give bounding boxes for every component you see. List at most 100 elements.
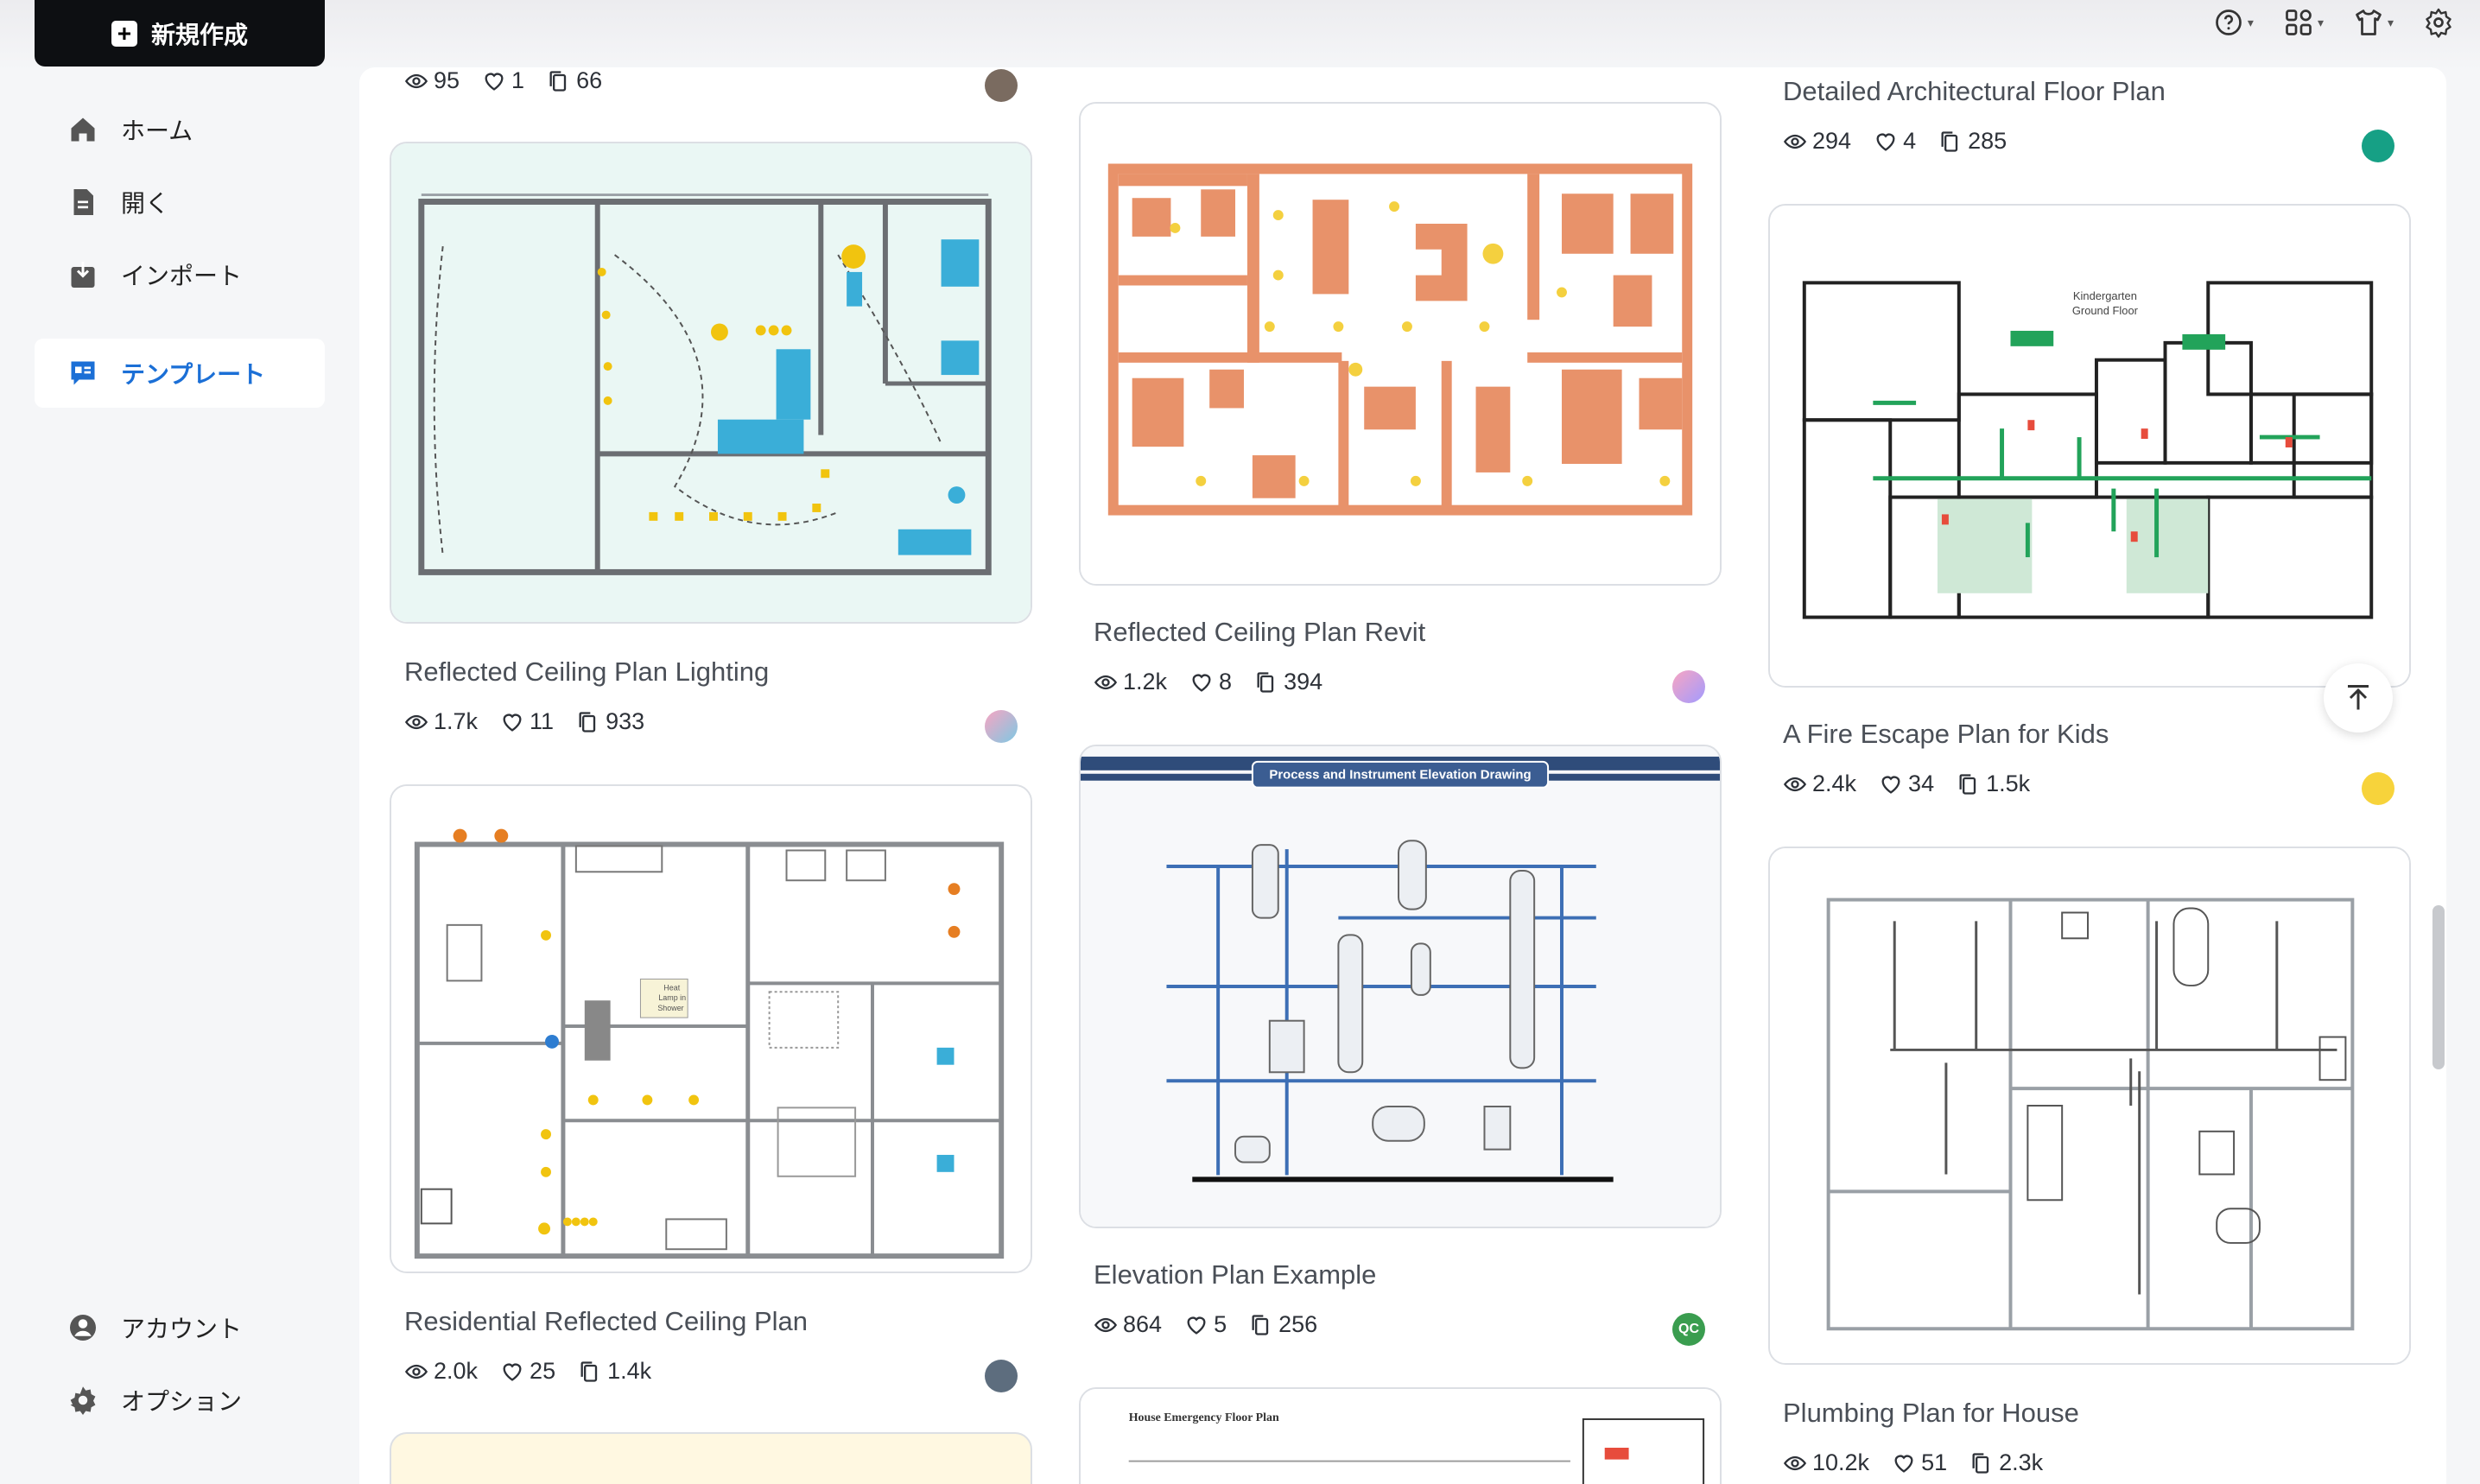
sidebar-item-template[interactable]: テンプレート bbox=[35, 339, 325, 408]
template-stats: 2.0k 25 1.4k bbox=[404, 1358, 651, 1385]
scrollbar-thumb[interactable] bbox=[2432, 905, 2445, 1069]
views-count: 294 bbox=[1812, 128, 1852, 154]
template-thumbnail-elevation-plan[interactable]: Process and Instrument Elevation Drawing bbox=[1079, 745, 1722, 1228]
template-title[interactable]: Reflected Ceiling Plan Lighting bbox=[404, 656, 769, 688]
copies-count: 394 bbox=[1284, 669, 1323, 694]
template-title[interactable]: A Fire Escape Plan for Kids bbox=[1783, 719, 2109, 750]
template-stats: 864 5 256 bbox=[1094, 1311, 1317, 1338]
copies-count: 256 bbox=[1278, 1311, 1318, 1337]
copies-count: 66 bbox=[576, 67, 603, 93]
heart-icon[interactable] bbox=[1874, 130, 1898, 154]
copy-icon bbox=[1257, 671, 1274, 693]
help-icon[interactable]: ▾ bbox=[2213, 7, 2254, 38]
scroll-to-top-button[interactable] bbox=[2324, 663, 2393, 732]
eye-icon bbox=[1094, 675, 1118, 689]
heart-icon[interactable] bbox=[1879, 772, 1903, 796]
author-avatar[interactable] bbox=[985, 710, 1018, 743]
top-bar: ▾ ▾ ▾ bbox=[0, 0, 2480, 71]
copy-icon bbox=[1941, 130, 1958, 152]
views-count: 1.7k bbox=[434, 708, 479, 734]
svg-text:Shower: Shower bbox=[657, 1004, 683, 1012]
svg-text:Kindergarten: Kindergarten bbox=[2073, 289, 2137, 302]
account-icon bbox=[70, 1315, 96, 1341]
template-thumbnail-partial[interactable] bbox=[390, 1432, 1032, 1484]
arrow-up-icon bbox=[2348, 685, 2369, 710]
copy-icon bbox=[579, 711, 596, 732]
likes-count: 8 bbox=[1219, 669, 1233, 694]
likes-count: 11 bbox=[530, 708, 555, 734]
heart-icon[interactable] bbox=[482, 69, 506, 93]
views-count: 2.0k bbox=[434, 1358, 479, 1384]
template-title[interactable]: Plumbing Plan for House bbox=[1783, 1398, 2079, 1429]
copy-icon bbox=[1959, 773, 1976, 795]
heart-icon[interactable] bbox=[1189, 670, 1214, 694]
copy-icon bbox=[549, 70, 567, 92]
heart-icon[interactable] bbox=[500, 1360, 524, 1384]
sidebar-item-open[interactable]: 開く bbox=[35, 168, 325, 237]
copies-count: 1.4k bbox=[607, 1358, 652, 1384]
likes-count: 1 bbox=[511, 67, 525, 93]
template-thumbnail-reflected-ceiling-lighting[interactable] bbox=[390, 142, 1032, 624]
template-stats: 1.7k 11 933 bbox=[404, 708, 644, 735]
likes-count: 34 bbox=[1908, 771, 1935, 796]
template-thumbnail-fire-escape-kids[interactable]: Kindergarten Ground Floor bbox=[1768, 204, 2411, 688]
copy-icon bbox=[1252, 1314, 1269, 1335]
author-avatar[interactable] bbox=[1672, 670, 1705, 703]
eye-icon bbox=[404, 714, 428, 729]
likes-count: 5 bbox=[1214, 1311, 1227, 1337]
author-avatar[interactable] bbox=[2362, 772, 2394, 805]
likes-count: 25 bbox=[530, 1358, 556, 1384]
home-icon bbox=[71, 117, 95, 142]
import-icon bbox=[71, 262, 95, 288]
template-stats: 1.2k 8 394 bbox=[1094, 669, 1322, 695]
sidebar-item-label: オプション bbox=[121, 1388, 243, 1415]
eye-icon bbox=[1094, 1317, 1118, 1332]
eye-icon bbox=[1783, 777, 1807, 791]
likes-count: 4 bbox=[1903, 128, 1917, 154]
copy-icon bbox=[580, 1360, 598, 1382]
template-stats: 95 1 66 bbox=[404, 67, 602, 94]
copies-count: 933 bbox=[606, 708, 645, 734]
svg-text:Heat: Heat bbox=[663, 983, 680, 992]
sidebar-item-label: インポート bbox=[121, 263, 243, 289]
sidebar-item-options[interactable]: オプション bbox=[35, 1366, 325, 1435]
eye-icon bbox=[1783, 134, 1807, 149]
sidebar-item-account[interactable]: アカウント bbox=[35, 1293, 325, 1362]
template-thumbnail-plumbing-plan[interactable] bbox=[1768, 847, 2411, 1365]
heart-icon[interactable] bbox=[500, 710, 524, 734]
template-title[interactable]: Residential Reflected Ceiling Plan bbox=[404, 1306, 808, 1337]
sidebar-item-label: アカウント bbox=[121, 1316, 243, 1342]
sidebar-item-import[interactable]: インポート bbox=[35, 240, 325, 309]
eye-icon bbox=[404, 1364, 428, 1379]
author-avatar[interactable] bbox=[985, 69, 1018, 102]
sidebar-item-home[interactable]: ホーム bbox=[35, 95, 325, 164]
author-avatar[interactable] bbox=[2362, 130, 2394, 162]
author-avatar[interactable]: QC bbox=[1672, 1313, 1705, 1346]
views-count: 95 bbox=[434, 67, 460, 93]
template-title[interactable]: Detailed Architectural Floor Plan bbox=[1783, 76, 2166, 107]
shirt-icon[interactable]: ▾ bbox=[2353, 7, 2394, 38]
copies-count: 1.5k bbox=[1986, 771, 2031, 796]
plus-icon: + bbox=[111, 20, 137, 47]
author-avatar[interactable] bbox=[985, 1360, 1018, 1392]
svg-text:Ground Floor: Ground Floor bbox=[2072, 304, 2139, 317]
template-title[interactable]: Elevation Plan Example bbox=[1094, 1259, 1376, 1291]
views-count: 864 bbox=[1123, 1311, 1163, 1337]
document-icon bbox=[73, 189, 93, 215]
apps-icon[interactable]: ▾ bbox=[2283, 7, 2324, 38]
template-thumbnail-residential-reflected-ceiling[interactable]: Heat Lamp in Shower bbox=[390, 784, 1032, 1273]
template-thumbnail-reflected-ceiling-revit[interactable] bbox=[1079, 102, 1722, 586]
template-thumbnail-house-emergency[interactable]: House Emergency Floor Plan bbox=[1079, 1387, 1722, 1484]
sidebar-item-label: テンプレート bbox=[121, 361, 266, 388]
template-gallery: 95 1 66 Reflected Ceiling Plan Lighting … bbox=[359, 67, 2446, 1484]
eye-icon bbox=[404, 73, 428, 88]
views-count: 1.2k bbox=[1123, 669, 1168, 694]
new-create-button[interactable]: + 新規作成 bbox=[35, 0, 325, 67]
template-stats: 294 4 285 bbox=[1783, 128, 2007, 155]
sidebar-item-label: ホーム bbox=[121, 117, 193, 144]
settings-icon[interactable] bbox=[2423, 7, 2454, 38]
template-title[interactable]: Reflected Ceiling Plan Revit bbox=[1094, 617, 1425, 648]
sidebar-item-label: 開く bbox=[121, 190, 170, 217]
template-icon bbox=[71, 361, 95, 385]
heart-icon[interactable] bbox=[1184, 1313, 1208, 1337]
